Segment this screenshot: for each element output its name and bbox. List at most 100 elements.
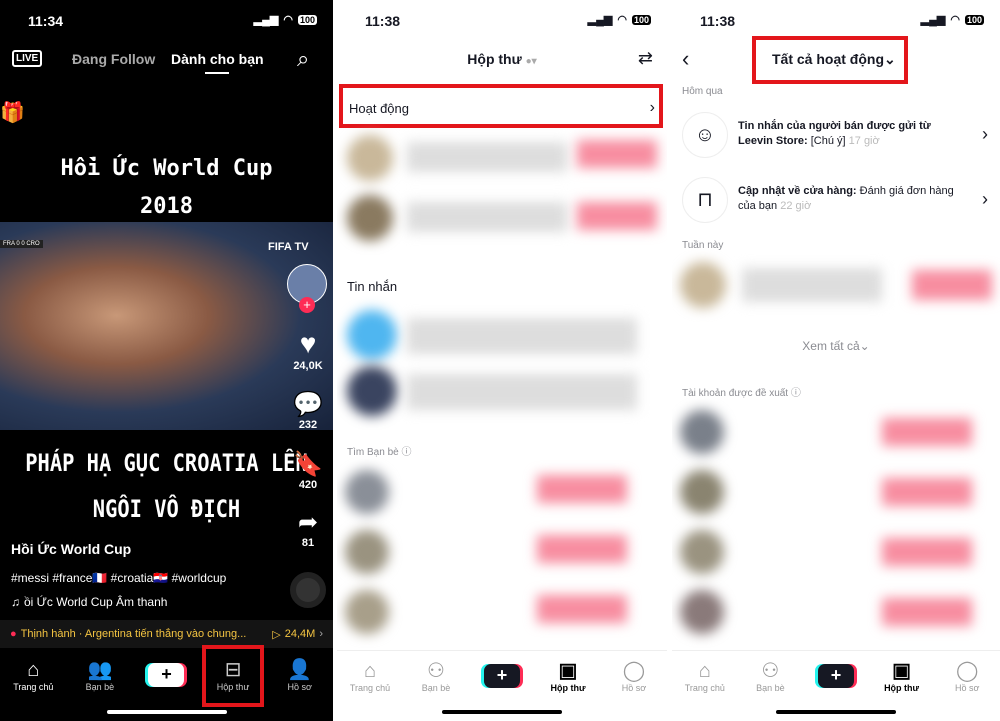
nav-profile[interactable]: ◯ Hồ sơ [606,659,662,693]
nav-label: Trang chủ [349,682,391,693]
battery-icon: 100 [964,14,984,25]
back-arrow-icon[interactable]: ‹ [682,46,689,72]
gift-icon[interactable]: 🎁 [0,100,25,125]
blurred-avatar [680,590,724,634]
nav-label: Trang chủ [13,682,54,692]
nav-friends[interactable]: ⚇ Bạn bè [408,659,464,693]
blurred-avatar [680,410,724,454]
share-icon: ➦ [297,509,319,536]
home-icon: ⌂ [363,659,377,682]
nav-label: Trang chủ [684,682,725,693]
share-button[interactable]: ➦ 81 [288,508,328,549]
tab-for-you[interactable]: Dành cho bạn [171,51,264,67]
author-name[interactable]: Hồi Ức World Cup [11,541,131,557]
nav-friends[interactable]: 👥 Bạn bè [72,658,128,692]
messages-label: Tin nhắn [347,279,398,294]
search-icon[interactable]: ⌕ [297,46,309,72]
new-message-icon[interactable]: ⇄ [638,48,653,69]
nav-profile[interactable]: 👤 Hồ sơ [272,658,328,692]
chat-bubble-icon: ☺ [682,112,728,158]
nav-create[interactable]: + [138,663,194,687]
item-time: 22 giờ [777,200,812,212]
home-indicator [776,710,896,714]
blurred-avatar [345,470,389,514]
friends-icon: 👥 [87,659,113,681]
nav-home[interactable]: ⌂ Trang chủ [342,659,398,693]
blurred-button [537,595,627,623]
this-week-label: Tuần này [682,240,724,251]
nav-create[interactable]: + [474,663,530,688]
share-count: 81 [301,537,315,549]
follow-plus-icon[interactable]: + [299,297,315,313]
battery-icon: 100 [297,14,317,25]
blurred-button [912,270,992,300]
blurred-button [537,475,627,503]
like-button[interactable]: ♥ 24,0K [288,328,328,372]
nav-label: Bạn bè [756,682,785,693]
blurred-avatar [680,530,724,574]
signal-icon: ▂▄▆ [253,14,279,26]
page-title: Hộp thư ●▾ [337,51,667,67]
profile-icon: ◯ [622,659,646,682]
heart-icon: ♥ [299,328,317,359]
blurred-text [407,318,637,354]
blurred-text [407,142,567,172]
bottom-nav: ⌂ Trang chủ 👥 Bạn bè + ⊟ Hộp thư 👤 Hồ sơ [0,650,333,700]
status-dot-icon[interactable]: ●▾ [526,56,537,67]
item-time: 17 giờ [845,135,880,147]
nav-label: Hồ sơ [287,682,312,692]
highlight-box [752,36,908,84]
video-frame[interactable] [0,222,333,430]
blurred-button [537,535,627,563]
highlight-box [339,84,663,128]
title-text: Hộp thư [467,51,522,67]
blurred-text [407,202,567,232]
blurred-button [577,140,657,168]
nav-inbox[interactable]: ▣ Hộp thư [874,659,930,693]
activity-item[interactable]: ☺ Tin nhắn của người bán được gửi từ Lee… [672,110,1000,162]
blurred-avatar [345,530,389,574]
find-friends-text: Tìm Bạn bè [347,447,399,458]
chevron-right-icon: › [982,124,988,144]
fifa-watermark: FIFA TV [268,241,309,253]
chevron-right-icon: › [319,628,323,640]
activity-item[interactable]: ⊓ Cập nhật về cửa hàng: Đánh giá đơn hàn… [672,175,1000,227]
status-icons: ▂▄▆ ◠ 100 [254,13,317,26]
battery-icon: 100 [631,14,651,25]
nav-home[interactable]: ⌂ Trang chủ [5,658,61,692]
blurred-button [882,418,972,446]
sound-row[interactable]: ♫ ồi Ức World Cup Âm thanh [11,595,167,609]
info-icon[interactable]: ⓘ [791,388,801,399]
nav-inbox[interactable]: ▣ Hộp thư [540,659,596,693]
find-friends-label: Tìm Bạn bè ⓘ [347,443,411,458]
see-all-button[interactable]: Xem tất cả⌄ [672,339,1000,353]
create-button: + [148,663,185,687]
trending-bar[interactable]: ● Thịnh hành · Argentina tiến thẳng vào c… [0,620,333,648]
nav-label: Hộp thư [884,682,920,693]
music-disc[interactable] [290,572,326,608]
info-icon[interactable]: ⓘ [401,447,411,458]
wifi-icon: ◠ [283,14,293,26]
wifi-icon: ◠ [950,14,960,26]
bookmark-count: 420 [298,479,318,491]
live-button[interactable]: LIVE [12,50,43,67]
hashtags[interactable]: #messi #france🇫🇷 #croatia🇭🇷 #worldcup [11,571,226,585]
sound-name: ồi Ức World Cup Âm thanh [24,595,168,609]
nav-home[interactable]: ⌂ Trang chủ [677,659,733,693]
status-icons: ▂▄▆ ◠ 100 [588,13,651,26]
tab-following[interactable]: Đang Follow [72,51,155,67]
nav-create[interactable]: + [808,663,864,688]
signal-icon: ▂▄▆ [920,14,946,26]
nav-friends[interactable]: ⚇ Bạn bè [742,659,798,693]
blurred-button [577,202,657,230]
comment-button[interactable]: 💬 232 [288,390,328,431]
nav-profile[interactable]: ◯ Hồ sơ [939,659,995,693]
profile-icon: ◯ [955,659,979,682]
wifi-icon: ◠ [617,14,627,26]
create-button: + [817,663,854,688]
nav-label: Hồ sơ [621,682,647,693]
status-icons: ▂▄▆ ◠ 100 [921,13,984,26]
tab-indicator [205,72,229,74]
bookmark-button[interactable]: 🔖 420 [288,450,328,491]
fire-icon: ● [10,628,17,640]
